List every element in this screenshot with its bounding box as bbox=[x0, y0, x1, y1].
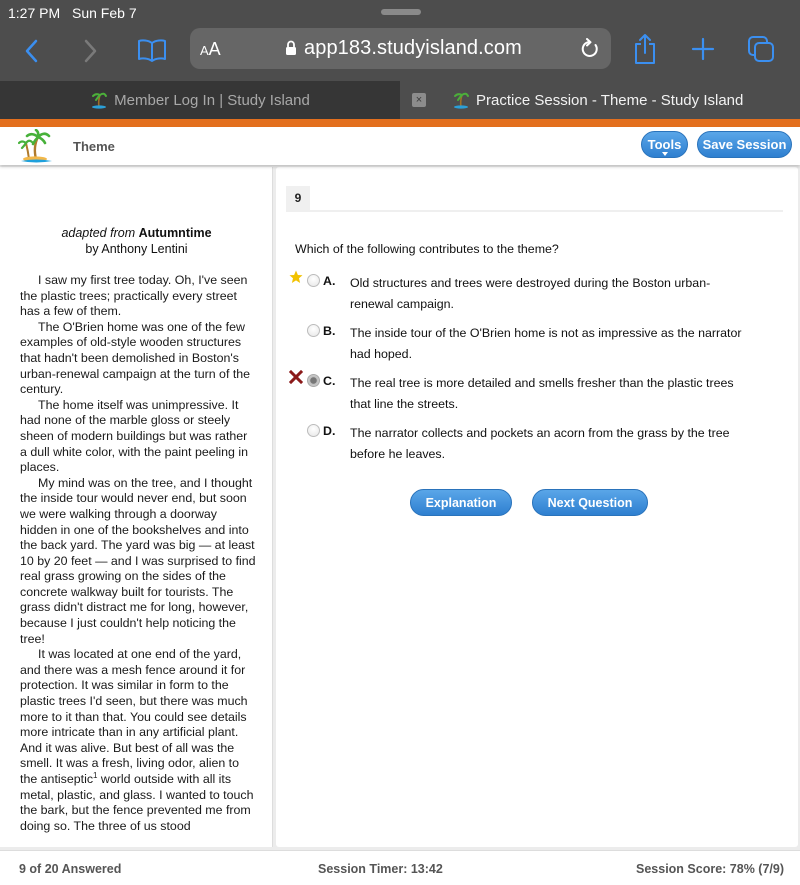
radio-d[interactable] bbox=[307, 424, 320, 437]
share-icon[interactable] bbox=[632, 32, 658, 66]
multitasking-grabber[interactable] bbox=[381, 9, 421, 15]
text-size-button[interactable]: AA bbox=[200, 39, 221, 60]
status-bar: 1:27 PM Sun Feb 7 bbox=[0, 0, 800, 26]
choice-text: The narrator collects and pockets an aco… bbox=[350, 426, 730, 461]
tabs-icon[interactable] bbox=[746, 34, 776, 64]
question-number: 9 bbox=[286, 186, 310, 210]
back-icon[interactable] bbox=[20, 38, 42, 64]
forward-icon[interactable] bbox=[80, 38, 102, 64]
question-panel: 9 Which of the following contributes to … bbox=[276, 167, 798, 847]
divider bbox=[286, 210, 783, 212]
address-bar[interactable]: AA app183.studyisland.com bbox=[190, 28, 611, 69]
close-tab-icon[interactable]: × bbox=[412, 93, 426, 107]
tab-title: Practice Session - Theme - Study Island bbox=[476, 91, 744, 109]
passage-paragraph: The O'Brien home was one of the few exam… bbox=[20, 319, 251, 397]
session-timer: Session Timer: 13:42 bbox=[318, 862, 443, 876]
browser-toolbar: AA app183.studyisland.com bbox=[0, 26, 800, 81]
passage-panel[interactable]: adapted from Autumntime by Anthony Lenti… bbox=[0, 167, 273, 847]
answer-choice-b[interactable]: B. The inside tour of the O'Brien home i… bbox=[276, 322, 796, 366]
radio-a[interactable] bbox=[307, 274, 320, 287]
app-header: Theme Tools Save Session bbox=[0, 127, 800, 165]
choice-text: The real tree is more detailed and smell… bbox=[350, 376, 734, 411]
reload-icon[interactable] bbox=[580, 38, 600, 65]
palm-tree-icon bbox=[92, 92, 108, 109]
answer-choice-a[interactable]: A. Old structures and trees were destroy… bbox=[276, 270, 796, 316]
lock-icon bbox=[285, 40, 297, 61]
palm-tree-icon bbox=[454, 92, 469, 109]
answer-choice-c[interactable]: C. The real tree is more detailed and sm… bbox=[276, 370, 796, 416]
choice-text: Old structures and trees were destroyed … bbox=[350, 276, 711, 311]
choice-text: The inside tour of the O'Brien home is n… bbox=[350, 326, 742, 361]
star-icon bbox=[289, 270, 303, 283]
passage-paragraph: The home itself was unimpressive. It had… bbox=[20, 397, 248, 475]
browser-tabs: Member Log In | Study Island × Practice … bbox=[0, 81, 800, 119]
tools-button[interactable]: Tools bbox=[641, 131, 688, 158]
caret-down-icon bbox=[662, 152, 668, 156]
tab-practice-session[interactable]: × Practice Session - Theme - Study Islan… bbox=[400, 81, 800, 119]
radio-b[interactable] bbox=[307, 324, 320, 337]
passage-title: Autumntime bbox=[138, 226, 212, 240]
page-title: Theme bbox=[73, 139, 115, 154]
url-text[interactable]: app183.studyisland.com bbox=[304, 37, 522, 60]
bookmarks-icon[interactable] bbox=[137, 36, 167, 64]
x-icon bbox=[289, 370, 303, 384]
explanation-button[interactable]: Explanation bbox=[410, 489, 512, 516]
session-footer: 9 of 20 Answered Session Timer: 13:42 Se… bbox=[0, 850, 800, 885]
passage-paragraph: My mind was on the tree, and I thought t… bbox=[20, 475, 256, 646]
passage-text: I saw my first tree today. Oh, I've seen… bbox=[20, 273, 256, 834]
passage-author: by Anthony Lentini bbox=[85, 242, 188, 256]
study-island-logo[interactable] bbox=[18, 129, 54, 163]
tab-title: Member Log In | Study Island bbox=[114, 91, 310, 109]
answer-choice-d[interactable]: D. The narrator collects and pockets an … bbox=[276, 422, 796, 466]
next-question-button[interactable]: Next Question bbox=[532, 489, 648, 516]
passage-heading: adapted from Autumntime by Anthony Lenti… bbox=[0, 225, 272, 257]
status-time: 1:27 PM bbox=[8, 5, 61, 21]
accent-bar bbox=[0, 119, 800, 127]
status-date: Sun Feb 7 bbox=[72, 5, 137, 21]
passage-paragraph: I saw my first tree today. Oh, I've seen… bbox=[20, 273, 248, 319]
save-session-button[interactable]: Save Session bbox=[697, 131, 792, 158]
answered-count: 9 of 20 Answered bbox=[19, 862, 122, 876]
radio-c[interactable] bbox=[307, 374, 320, 387]
session-score: Session Score: 78% (7/9) bbox=[636, 862, 784, 876]
tab-member-login[interactable]: Member Log In | Study Island bbox=[0, 81, 400, 119]
new-tab-icon[interactable] bbox=[690, 36, 716, 62]
passage-paragraph: It was located at one end of the yard, a… bbox=[20, 647, 254, 833]
question-prompt: Which of the following contributes to th… bbox=[295, 242, 559, 256]
